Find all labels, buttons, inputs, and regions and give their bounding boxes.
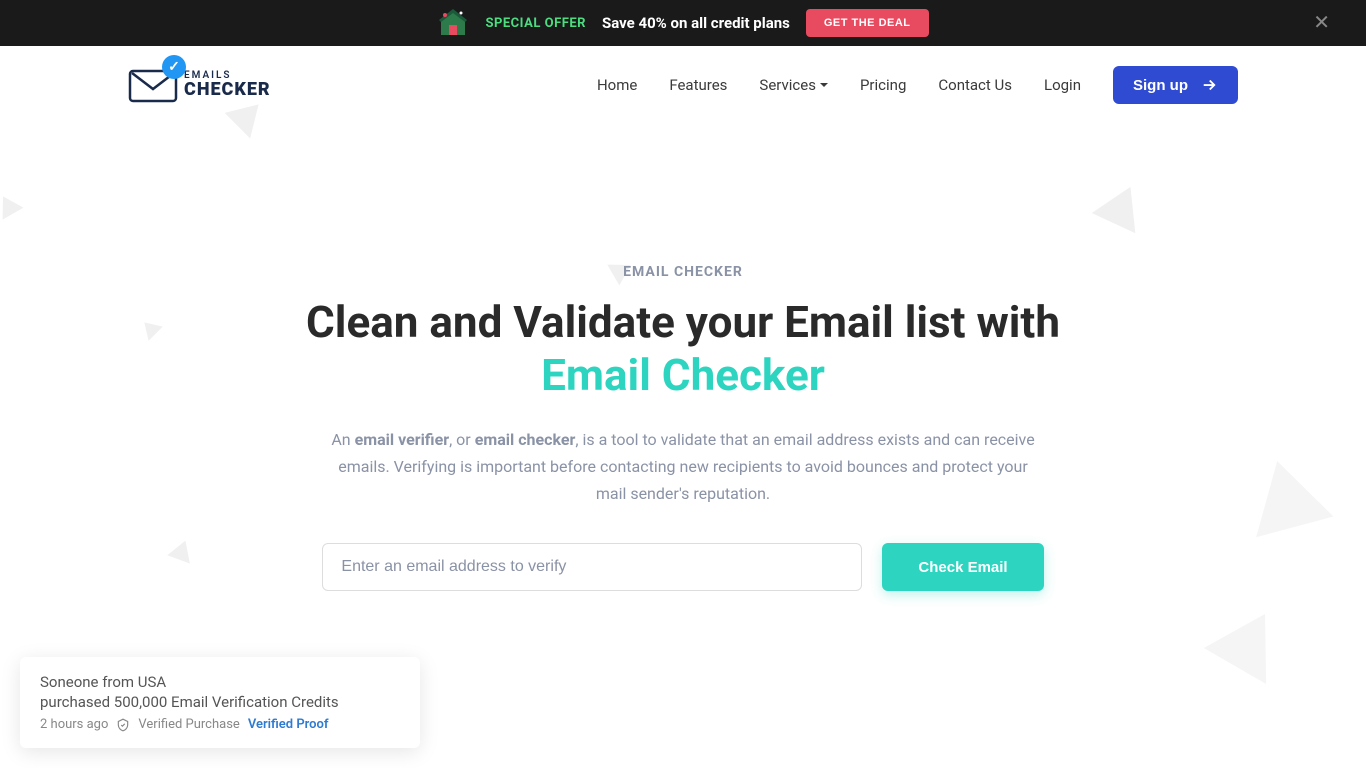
nav-login[interactable]: Login xyxy=(1044,76,1081,94)
notification-what: purchased 500,000 Email Verification Cre… xyxy=(40,693,400,711)
promo-text: Save 40% on all credit plans xyxy=(602,14,790,32)
hero-title: Clean and Validate your Email list with … xyxy=(253,296,1113,402)
close-banner-button[interactable]: ✕ xyxy=(1313,13,1330,33)
decorative-triangle xyxy=(0,190,23,219)
notification-who: Soneone from USA xyxy=(40,673,400,691)
check-email-button[interactable]: Check Email xyxy=(882,543,1043,591)
verified-purchase-label: Verified Purchase xyxy=(138,717,239,732)
decorative-triangle xyxy=(1204,596,1296,684)
decorative-triangle xyxy=(1239,451,1334,537)
special-offer-label: SPECIAL OFFER xyxy=(485,16,586,31)
verified-proof-link[interactable]: Verified Proof xyxy=(248,717,329,732)
nav-home[interactable]: Home xyxy=(597,76,637,94)
hero-label: EMAIL CHECKER xyxy=(253,264,1113,280)
email-input[interactable] xyxy=(322,543,862,591)
envelope-icon xyxy=(128,67,178,103)
promo-house-icon xyxy=(437,7,469,39)
close-icon: ✕ xyxy=(1313,12,1330,34)
logo[interactable]: EMAILS CHECKER xyxy=(128,67,271,103)
shield-check-icon xyxy=(116,718,130,732)
nav-pricing[interactable]: Pricing xyxy=(860,76,906,94)
decorative-triangle xyxy=(167,536,196,563)
decorative-triangle xyxy=(137,315,162,340)
arrow-right-icon xyxy=(1200,76,1218,94)
hero-description: An email verifier, or email checker, is … xyxy=(323,426,1043,508)
email-form: Check Email xyxy=(253,543,1113,591)
logo-text: EMAILS CHECKER xyxy=(184,71,271,99)
signup-button[interactable]: Sign up xyxy=(1113,66,1238,104)
chevron-down-icon xyxy=(820,83,828,87)
notification-time: 2 hours ago xyxy=(40,717,108,732)
nav-contact[interactable]: Contact Us xyxy=(938,76,1012,94)
nav-features[interactable]: Features xyxy=(669,76,727,94)
notification-meta: 2 hours ago Verified Purchase Verified P… xyxy=(40,717,400,732)
hero-section: EMAIL CHECKER Clean and Validate your Em… xyxy=(233,124,1133,651)
promo-banner: SPECIAL OFFER Save 40% on all credit pla… xyxy=(0,0,1366,46)
purchase-notification[interactable]: Soneone from USA purchased 500,000 Email… xyxy=(20,657,420,748)
checkmark-badge-icon xyxy=(162,55,186,79)
nav-services[interactable]: Services xyxy=(759,76,828,94)
get-deal-button[interactable]: GET THE DEAL xyxy=(806,9,929,37)
main-nav: Home Features Services Pricing Contact U… xyxy=(597,66,1238,104)
header: EMAILS CHECKER Home Features Services Pr… xyxy=(0,46,1366,124)
